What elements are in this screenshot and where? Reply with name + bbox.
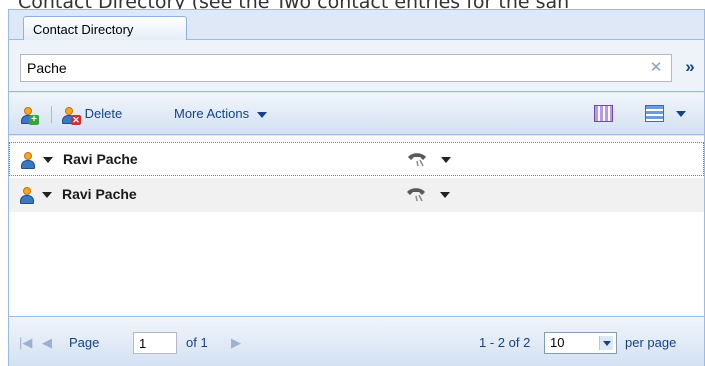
chevron-down-icon[interactable] bbox=[42, 192, 52, 198]
delete-button[interactable]: ✕ Delete bbox=[60, 103, 122, 125]
chevron-down-icon[interactable] bbox=[440, 192, 450, 198]
double-chevron-down-icon[interactable]: » bbox=[680, 56, 700, 78]
add-contact-icon: + bbox=[19, 106, 39, 125]
page-count-label: of 1 bbox=[186, 335, 208, 350]
page-label: Page bbox=[69, 335, 100, 350]
per-page-label: per page bbox=[625, 335, 677, 350]
contact-name: Ravi Pache bbox=[63, 151, 138, 167]
toolbar: + ✕ Delete More Actions bbox=[9, 93, 704, 135]
toolbar-divider bbox=[51, 106, 52, 123]
more-actions-button[interactable]: More Actions bbox=[174, 103, 267, 125]
chevron-down-icon bbox=[599, 336, 613, 350]
list-view-icon[interactable] bbox=[645, 105, 664, 122]
chevron-down-icon[interactable] bbox=[43, 157, 53, 163]
more-actions-label: More Actions bbox=[174, 106, 250, 121]
grid-view-icon[interactable] bbox=[594, 105, 613, 122]
phone-icon[interactable] bbox=[406, 151, 428, 167]
tab-label: Contact Directory bbox=[33, 22, 134, 37]
add-contact-button[interactable]: + bbox=[19, 103, 39, 125]
contact-directory-panel: Contact Directory ✕ » + ✕ Delete More Ac… bbox=[8, 9, 705, 366]
chevron-down-icon[interactable] bbox=[441, 157, 451, 163]
pagination-bar: |◀ ◀ Page of 1 ▶ 1 - 2 of 2 10 per page bbox=[9, 316, 704, 366]
delete-label: Delete bbox=[84, 106, 123, 121]
previous-page-icon[interactable]: ◀ bbox=[42, 334, 52, 352]
list-item[interactable]: Ravi Pache bbox=[9, 142, 704, 176]
per-page-select[interactable]: 10 bbox=[544, 332, 617, 354]
chevron-down-icon[interactable] bbox=[676, 111, 686, 117]
contact-name: Ravi Pache bbox=[62, 186, 137, 202]
page-number-input[interactable] bbox=[133, 332, 177, 354]
close-icon[interactable]: ✕ bbox=[647, 59, 665, 77]
first-page-icon[interactable]: |◀ bbox=[19, 334, 32, 352]
delete-contact-icon: ✕ bbox=[60, 106, 81, 125]
list-item[interactable]: Ravi Pache bbox=[9, 178, 704, 212]
person-icon bbox=[18, 186, 36, 204]
phone-icon[interactable] bbox=[405, 186, 427, 202]
next-page-icon[interactable]: ▶ bbox=[231, 334, 241, 352]
search-bar: ✕ » bbox=[9, 40, 704, 92]
record-count: 1 - 2 of 2 bbox=[479, 335, 531, 350]
chevron-down-icon bbox=[256, 111, 267, 118]
per-page-value: 10 bbox=[550, 335, 565, 350]
tab-contact-directory[interactable]: Contact Directory bbox=[23, 16, 187, 41]
contact-list: Ravi Pache Ravi Pache bbox=[9, 136, 704, 316]
person-icon bbox=[19, 151, 37, 169]
search-input[interactable] bbox=[20, 54, 672, 82]
tab-strip: Contact Directory bbox=[9, 10, 704, 41]
